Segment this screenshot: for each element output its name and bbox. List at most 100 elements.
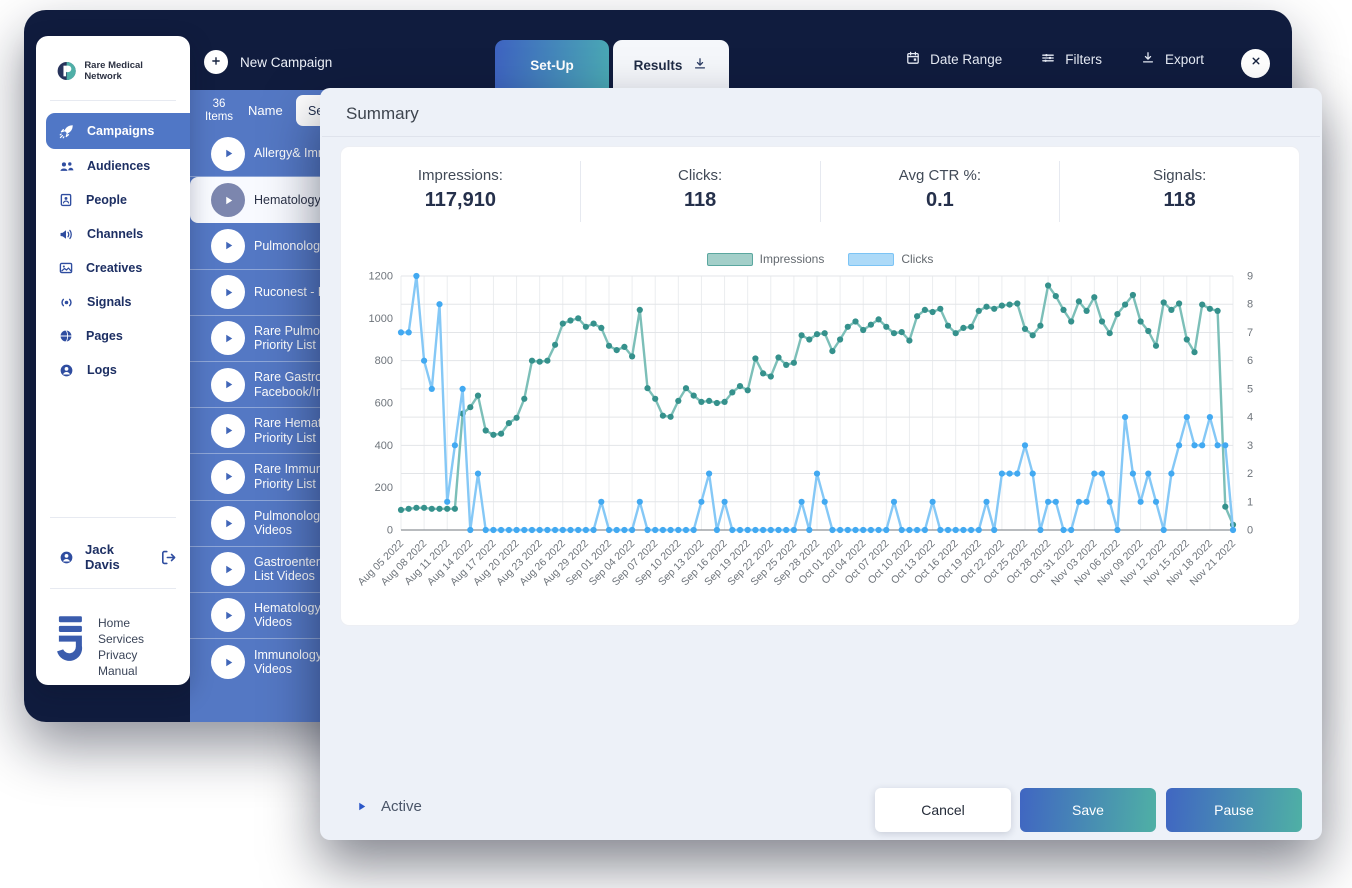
sidebar-item-creatives[interactable]: Creatives [36, 251, 190, 285]
tab-set-up[interactable]: Set-Up [495, 40, 609, 90]
sidebar-item-signals[interactable]: Signals [36, 285, 190, 319]
chart: 0123456789020040060080010001200Aug 05 20… [353, 268, 1291, 613]
sidebar-item-audiences[interactable]: Audiences [36, 149, 190, 183]
sidebar-item-campaigns[interactable]: Campaigns [46, 113, 190, 149]
svg-text:1200: 1200 [369, 271, 393, 283]
svg-text:6: 6 [1247, 355, 1253, 367]
play-button[interactable] [211, 506, 245, 540]
brand-name: Rare Medical Network [84, 60, 180, 82]
people-icon [58, 158, 75, 175]
play-button[interactable] [211, 183, 245, 217]
sidebar-item-logs[interactable]: Logs [36, 353, 190, 387]
play-button[interactable] [211, 321, 245, 355]
svg-text:0: 0 [1247, 525, 1253, 537]
legend-swatch [707, 253, 753, 266]
stat-signals: Signals: 118 [1060, 161, 1299, 222]
sidebar: Rare Medical Network Campaigns Audiences… [36, 36, 190, 685]
play-button[interactable] [211, 229, 245, 263]
legend-label: Clicks [901, 252, 933, 266]
footer-links: HomeServicesPrivacyManual [98, 615, 144, 679]
page: 36 Items Name Se Allergy& Imm Hematology… [0, 0, 1352, 888]
sidebar-item-pages[interactable]: Pages [36, 319, 190, 353]
stat-value: 0.1 [821, 189, 1060, 212]
chart-legend: Impressions Clicks [341, 252, 1299, 266]
plus-icon [204, 50, 228, 74]
svg-text:4: 4 [1247, 412, 1253, 424]
signal-icon [58, 294, 75, 311]
sidebar-item-people[interactable]: People [36, 183, 190, 217]
play-button[interactable] [211, 137, 245, 171]
svg-text:7: 7 [1247, 327, 1253, 339]
sidebar-item-label: Signals [87, 295, 131, 309]
footer-link-manual[interactable]: Manual [98, 663, 144, 679]
brand-logo-icon [56, 60, 77, 82]
date-range-button[interactable]: Date Range [905, 50, 1002, 69]
play-button[interactable] [211, 645, 245, 679]
svg-text:0: 0 [387, 525, 393, 537]
date-range-label: Date Range [930, 52, 1002, 67]
campaign-name: ImmunologyVideos [254, 648, 322, 677]
play-button[interactable] [211, 275, 245, 309]
divider [50, 588, 176, 589]
svg-text:400: 400 [375, 440, 393, 452]
legend-label: Impressions [760, 252, 825, 266]
five-logo [56, 615, 86, 661]
svg-text:2: 2 [1247, 468, 1253, 480]
svg-text:200: 200 [375, 482, 393, 494]
footer-link-privacy[interactable]: Privacy [98, 647, 144, 663]
play-button[interactable] [211, 552, 245, 586]
user-row[interactable]: Jack Davis [36, 528, 190, 586]
campaign-name: GastroenterList Videos [254, 555, 320, 584]
play-button[interactable] [211, 460, 245, 494]
logout-icon[interactable] [159, 548, 178, 567]
stat-label: Signals: [1060, 167, 1299, 184]
pause-button[interactable]: Pause [1166, 788, 1302, 832]
status-toggle[interactable]: Active [354, 798, 422, 815]
new-campaign-label: New Campaign [240, 55, 332, 70]
legend-swatch [848, 253, 894, 266]
modal-title: Summary [320, 88, 1322, 136]
cancel-button[interactable]: Cancel [875, 788, 1011, 832]
stat-impressions: Impressions: 117,910 [341, 161, 581, 222]
divider [50, 100, 176, 101]
new-campaign-button[interactable]: New Campaign [204, 50, 332, 74]
play-button[interactable] [211, 598, 245, 632]
stat-value: 118 [581, 189, 820, 212]
campaign-name: Ruconest - H [254, 285, 327, 300]
sidebar-item-label: Logs [87, 363, 117, 377]
svg-text:5: 5 [1247, 383, 1253, 395]
stats-row: Impressions: 117,910Clicks: 118Avg CTR %… [341, 147, 1299, 222]
filters-button[interactable]: Filters [1040, 50, 1102, 69]
close-button[interactable] [1241, 49, 1270, 78]
download-icon[interactable] [692, 56, 708, 75]
footer-link-services[interactable]: Services [98, 631, 144, 647]
legend-item-clicks[interactable]: Clicks [848, 252, 933, 266]
sidebar-item-label: Audiences [87, 159, 150, 173]
play-icon [354, 799, 369, 814]
play-button[interactable] [211, 368, 245, 402]
legend-item-impressions[interactable]: Impressions [707, 252, 825, 266]
sidebar-nav: Campaigns Audiences People Channels Crea… [36, 111, 190, 387]
name-column-header[interactable]: Name [248, 103, 283, 118]
play-button[interactable] [211, 414, 245, 448]
filters-label: Filters [1065, 52, 1102, 67]
sidebar-item-label: Channels [87, 227, 143, 241]
line-chart-svg: 0123456789020040060080010001200Aug 05 20… [353, 268, 1291, 608]
footer-link-home[interactable]: Home [98, 615, 144, 631]
export-label: Export [1165, 52, 1204, 67]
save-button[interactable]: Save [1020, 788, 1156, 832]
stat-label: Impressions: [341, 167, 580, 184]
summary-modal: Summary Impressions: 117,910Clicks: 118A… [320, 88, 1322, 840]
tab-results[interactable]: Results [613, 40, 729, 90]
divider [322, 136, 1320, 137]
download-icon [1140, 50, 1156, 69]
sidebar-item-label: People [86, 193, 127, 207]
stat-avgctr: Avg CTR %: 0.1 [821, 161, 1061, 222]
sidebar-item-label: Pages [86, 329, 123, 343]
stat-clicks: Clicks: 118 [581, 161, 821, 222]
campaign-name: HematologyVideos [254, 601, 321, 630]
sidebar-footer: HomeServicesPrivacyManual [36, 599, 190, 679]
campaign-name: PulmonologVideos [254, 509, 320, 538]
sidebar-item-channels[interactable]: Channels [36, 217, 190, 251]
export-button[interactable]: Export [1140, 50, 1204, 69]
